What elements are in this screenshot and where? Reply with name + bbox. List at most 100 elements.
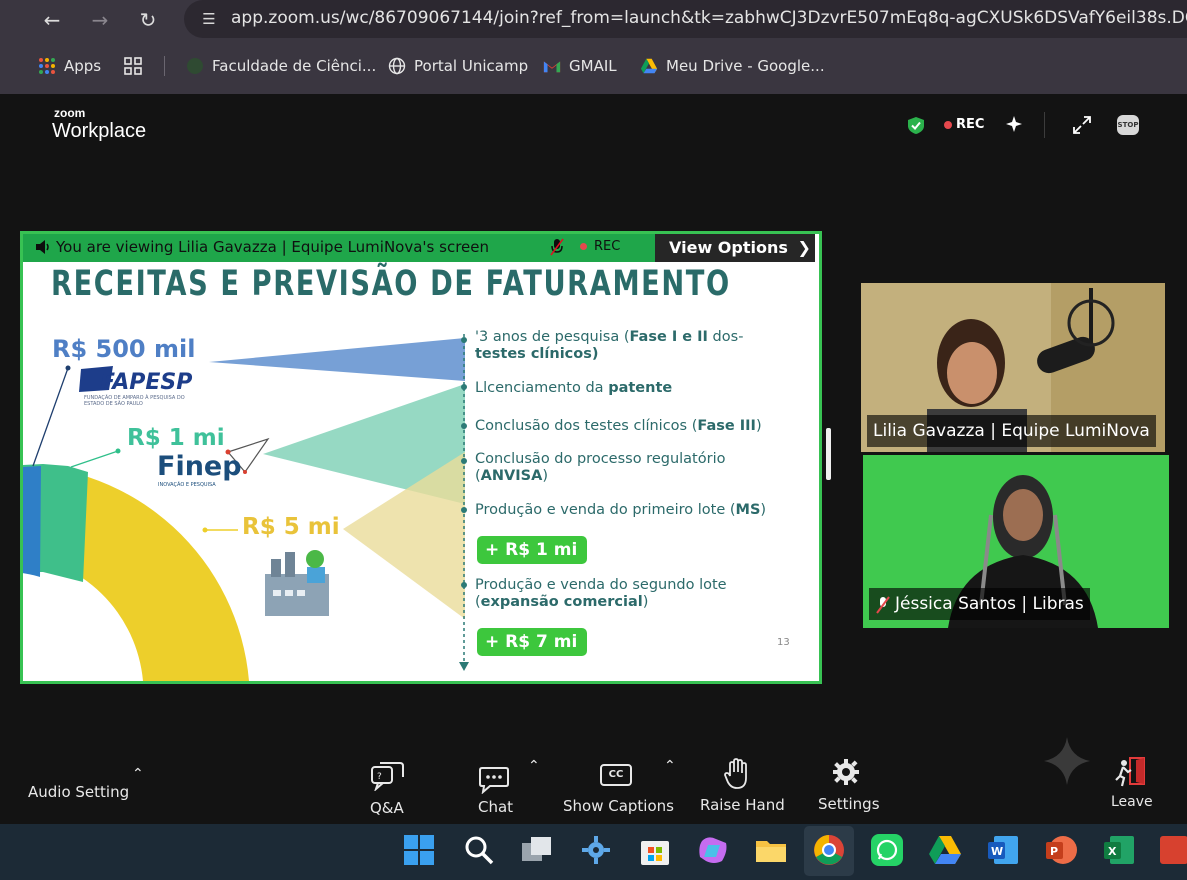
task-view-icon[interactable] (520, 833, 554, 867)
view-options-button[interactable]: View Options ❯ (655, 234, 815, 262)
timeline-item-regulatory: Conclusão do processo regulatório (ANVIS… (475, 451, 725, 485)
mic-muted-icon (876, 596, 890, 614)
mic-muted-icon (550, 238, 564, 256)
bookmark-faculdade[interactable]: Faculdade de Ciênci... (186, 54, 376, 78)
word-icon[interactable]: W (986, 833, 1020, 867)
chevron-up-icon[interactable]: ⌃ (528, 758, 540, 774)
timeline-text: ) (755, 418, 762, 434)
raise-hand-icon[interactable] (724, 758, 752, 790)
participant-tile-lilia[interactable]: Lilia Gavazza | Equipe LumiNova (861, 283, 1165, 452)
timeline-arrow-icon (459, 662, 469, 671)
timeline-item-license: Llcenciamento da patente (475, 380, 672, 397)
file-explorer-icon[interactable] (754, 833, 788, 867)
timeline-item-first-lot: Produção e venda do primeiro lote (MS) (475, 502, 766, 519)
timeline-bold: expansão comercial (480, 594, 643, 610)
stop-recording-button[interactable]: STOP (1117, 115, 1139, 135)
back-arrow-icon[interactable]: ← (38, 6, 66, 34)
revenue-badge: + R$ 7 mi (477, 628, 587, 656)
timeline-item-phase3: Conclusão dos testes clínicos (Fase III) (475, 418, 762, 435)
fullscreen-icon[interactable] (1072, 115, 1092, 135)
recording-label[interactable]: REC (956, 117, 984, 132)
participant-name: Lilia Gavazza | Equipe LumiNova (867, 415, 1156, 447)
bookmark-label: Meu Drive - Google... (666, 57, 825, 75)
timeline-text: '3 anos de pesquisa ( (475, 329, 630, 345)
leader-finep (70, 450, 119, 468)
leave-button[interactable]: Leave (1111, 794, 1153, 810)
excel-icon[interactable]: X (1102, 833, 1136, 867)
chat-button[interactable]: Chat (478, 798, 513, 816)
recording-dot-icon (944, 121, 952, 129)
whatsapp-icon[interactable] (870, 833, 904, 867)
timeline-dot (461, 582, 467, 588)
sparkle-icon (1044, 737, 1090, 785)
bookmark-apps[interactable]: Apps (38, 54, 101, 78)
svg-text:?: ? (377, 772, 382, 782)
chrome-icon[interactable] (812, 833, 846, 867)
plane-dot (243, 470, 247, 474)
panel-resize-handle[interactable] (826, 428, 831, 480)
tab-groups-icon[interactable] (124, 54, 150, 78)
chevron-up-icon[interactable]: ⌃ (132, 766, 144, 782)
svg-text:W: W (991, 845, 1003, 858)
audio-setting-button[interactable]: Audio Setting (28, 783, 129, 801)
timeline-bold: Fase I e II (629, 329, 708, 345)
widgets-icon[interactable] (579, 833, 613, 867)
timeline-bold: MS (735, 502, 761, 518)
site-settings-icon[interactable]: ☰ (196, 6, 222, 32)
closed-captions-icon[interactable]: CC (600, 764, 632, 786)
microsoft-store-icon[interactable] (638, 833, 672, 867)
raise-hand-button[interactable]: Raise Hand (700, 796, 785, 814)
timeline-text: Produção e venda do segundo lote (475, 577, 727, 593)
timeline-dot (461, 458, 467, 464)
timeline-item-research: '3 anos de pesquisa (Fase I e II dos- te… (475, 329, 743, 363)
timeline-text: Conclusão dos testes clínicos ( (475, 418, 698, 434)
bookmark-divider (164, 56, 165, 76)
qa-button[interactable]: Q&A (370, 799, 404, 817)
leader-dot (65, 365, 71, 371)
reload-icon[interactable]: ↻ (134, 6, 162, 34)
leave-door-icon[interactable] (1114, 756, 1148, 788)
timeline-bold: ANVISA (480, 468, 543, 484)
leader-fapesp (32, 367, 69, 467)
zoom-logo: zoom (54, 106, 86, 120)
timeline-dot (461, 423, 467, 429)
settings-button[interactable]: Settings (818, 795, 880, 813)
grid-icon (124, 57, 142, 75)
funnel-fapesp (209, 338, 465, 381)
google-drive-icon[interactable] (928, 833, 962, 867)
bookmark-meu-drive[interactable]: Meu Drive - Google... (640, 54, 825, 78)
timeline-text: Produção e venda do primeiro lote ( (475, 502, 736, 518)
shield-check-icon[interactable] (907, 116, 925, 135)
bookmark-label: Apps (64, 57, 102, 75)
globe-icon (388, 57, 406, 75)
bookmark-portal-unicamp[interactable]: Portal Unicamp (388, 54, 528, 78)
participant-tile-jessica[interactable]: Jéssica Santos | Libras (863, 455, 1169, 628)
site-icon (187, 58, 203, 74)
timeline-text: dos- (707, 329, 744, 345)
url-text[interactable]: app.zoom.us/wc/86709067144/join?ref_from… (231, 8, 1187, 28)
ai-companion-icon[interactable] (1004, 114, 1024, 134)
participant-name: Jéssica Santos | Libras (869, 588, 1090, 620)
copilot-icon[interactable] (696, 833, 730, 867)
pdf-icon[interactable] (1158, 833, 1187, 867)
fapesp-logo: FAPESP (100, 370, 193, 395)
forward-arrow-icon[interactable]: → (86, 6, 114, 34)
timeline-text: ) (760, 502, 767, 518)
chevron-up-icon[interactable]: ⌃ (664, 758, 676, 774)
qa-icon[interactable]: ? (370, 759, 406, 791)
timeline-dot (461, 337, 467, 343)
bookmark-gmail[interactable]: GMAIL (543, 54, 617, 78)
share-rec-dot-icon (580, 243, 587, 250)
search-icon[interactable] (462, 833, 496, 867)
view-options-label: View Options (669, 238, 788, 257)
bookmark-label: GMAIL (569, 57, 617, 75)
show-captions-button[interactable]: Show Captions (563, 797, 674, 815)
chat-icon[interactable] (478, 764, 510, 794)
timeline-text: ) (542, 468, 548, 484)
gear-icon[interactable] (832, 758, 860, 786)
share-banner-text: You are viewing Lilia Gavazza | Equipe L… (56, 238, 489, 256)
amount-fapesp: R$ 500 mil (52, 335, 196, 363)
windows-start-icon[interactable] (402, 833, 436, 867)
powerpoint-icon[interactable]: P (1044, 833, 1078, 867)
revenue-badge: + R$ 1 mi (477, 536, 587, 564)
